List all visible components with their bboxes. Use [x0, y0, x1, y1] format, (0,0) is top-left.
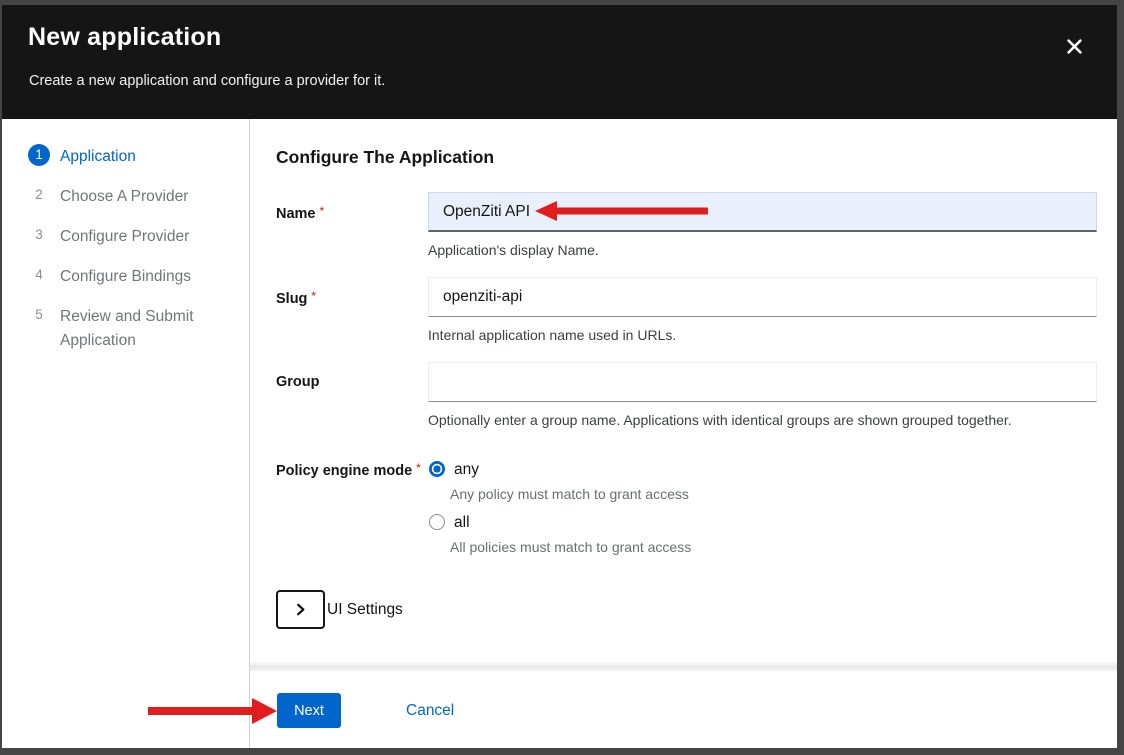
policy-mode-all-description: All policies must match to grant access: [450, 539, 691, 555]
policy-engine-mode-label: Policy engine mode*: [276, 461, 421, 479]
close-icon: [1067, 39, 1082, 54]
name-field-label: Name*: [276, 204, 324, 222]
wizard-step-configure-provider[interactable]: 3 Configure Provider: [2, 224, 250, 250]
step-label: Configure Bindings: [60, 265, 220, 289]
modal-subtitle: Create a new application and configure a…: [29, 73, 385, 89]
required-asterisk: *: [320, 204, 325, 218]
wizard-step-configure-bindings[interactable]: 4 Configure Bindings: [2, 264, 250, 290]
next-button[interactable]: Next: [277, 693, 341, 728]
radio-checked-icon[interactable]: [429, 461, 445, 477]
step-label: Review and Submit Application: [60, 305, 220, 353]
step-number: 5: [28, 304, 50, 326]
page-backdrop: New application Create a new application…: [0, 0, 1124, 755]
modal-header: New application Create a new application…: [2, 5, 1117, 119]
step-label: Configure Provider: [60, 225, 220, 249]
step-number: 4: [28, 264, 50, 286]
group-helper-text: Optionally enter a group name. Applicati…: [428, 412, 1012, 428]
close-button[interactable]: [1058, 31, 1090, 61]
step-number: 3: [28, 224, 50, 246]
step-number-badge: 1: [28, 144, 50, 166]
wizard-step-application[interactable]: 1 Application: [2, 144, 250, 170]
new-application-modal: New application Create a new application…: [2, 5, 1117, 748]
chevron-right-icon: [293, 602, 308, 617]
radio-option-label[interactable]: all: [454, 512, 470, 533]
slug-helper-text: Internal application name used in URLs.: [428, 327, 676, 343]
slug-input[interactable]: [428, 277, 1097, 317]
wizard-step-choose-a-provider[interactable]: 2 Choose A Provider: [2, 184, 250, 210]
step-label: Application: [60, 145, 220, 169]
wizard-steps-sidebar: 1 Application 2 Choose A Provider 3 Conf…: [2, 119, 250, 748]
group-field-label: Group: [276, 374, 320, 390]
policy-mode-any-description: Any policy must match to grant access: [450, 486, 689, 502]
name-helper-text: Application's display Name.: [428, 242, 599, 258]
name-field-arrow-annotation: [535, 201, 708, 221]
cancel-link[interactable]: Cancel: [406, 693, 454, 728]
ui-settings-label: UI Settings: [327, 590, 403, 629]
name-input[interactable]: [428, 192, 1097, 232]
ui-settings-expand-button[interactable]: [276, 590, 325, 629]
next-button-arrow-annotation: [148, 698, 277, 724]
modal-title: New application: [28, 23, 221, 52]
required-asterisk: *: [311, 289, 316, 303]
footer-divider: [250, 662, 1117, 671]
step-number: 2: [28, 184, 50, 206]
slug-field-label: Slug*: [276, 289, 316, 307]
step-label: Choose A Provider: [60, 185, 220, 209]
radio-option-label[interactable]: any: [454, 459, 479, 480]
radio-unchecked-icon[interactable]: [429, 514, 445, 530]
required-asterisk: *: [416, 461, 421, 475]
group-input[interactable]: [428, 362, 1097, 402]
step-heading: Configure The Application: [276, 147, 494, 168]
wizard-step-review-and-submit[interactable]: 5 Review and Submit Application: [2, 304, 250, 330]
